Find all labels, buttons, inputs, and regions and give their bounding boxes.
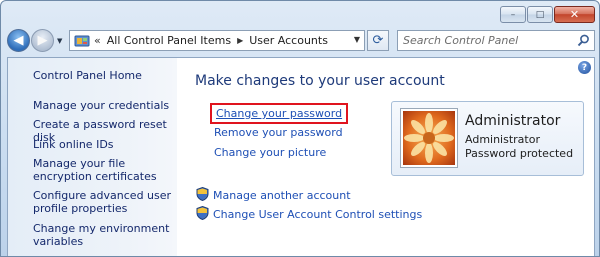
manage-another-account-link[interactable]: Manage another account <box>213 189 351 202</box>
address-overflow-chevrons[interactable]: « <box>94 34 101 47</box>
account-status: Password protected <box>465 147 574 160</box>
help-icon[interactable]: ? <box>578 61 591 74</box>
address-bar[interactable]: « All Control Panel Items ▶ User Account… <box>69 30 365 51</box>
content-area: Control Panel Home Manage your credentia… <box>7 57 595 256</box>
refresh-icon: ⟳ <box>372 33 384 48</box>
remove-password-link[interactable]: Remove your password <box>214 126 343 139</box>
change-password-label: Change your password <box>216 107 343 120</box>
page-title: Make changes to your user account <box>195 73 445 89</box>
search-input[interactable] <box>398 31 575 50</box>
caption-buttons: – □ ✕ <box>500 6 595 23</box>
change-picture-link[interactable]: Change your picture <box>214 146 326 159</box>
uac-shield-icon <box>196 186 209 204</box>
uac-settings-row[interactable]: Change User Account Control settings <box>196 205 422 223</box>
navigation-bar: ◀ ▶ ▼ « All Control Panel Items ▶ User A… <box>7 29 595 53</box>
sidebar: Control Panel Home Manage your credentia… <box>8 58 177 256</box>
manage-another-account-row[interactable]: Manage another account <box>196 186 351 204</box>
account-role: Administrator <box>465 133 540 146</box>
control-panel-window: – □ ✕ ◀ ▶ ▼ « All Control Panel Items ▶ … <box>0 0 600 257</box>
breadcrumb-separator-arrow-icon[interactable]: ▶ <box>237 36 243 45</box>
forward-button[interactable]: ▶ <box>31 29 54 52</box>
minimize-button[interactable]: – <box>500 6 526 23</box>
sidebar-control-panel-home[interactable]: Control Panel Home <box>33 69 173 82</box>
breadcrumb-all-control-panel-items[interactable]: All Control Panel Items <box>107 34 231 47</box>
address-dropdown-icon[interactable]: ▼ <box>354 35 360 44</box>
search-icon[interactable] <box>575 33 591 49</box>
account-card: Administrator Administrator Password pro… <box>391 101 584 176</box>
back-arrow-icon: ◀ <box>13 33 24 48</box>
sidebar-item-file-encryption-certificates[interactable]: Manage your file encryption certificates <box>33 157 173 183</box>
search-box[interactable] <box>397 30 595 51</box>
control-panel-icon <box>73 33 90 48</box>
change-uac-settings-link[interactable]: Change User Account Control settings <box>213 208 422 221</box>
recent-pages-dropdown-icon[interactable]: ▼ <box>57 37 62 45</box>
sidebar-item-link-online-ids[interactable]: Link online IDs <box>33 138 173 151</box>
change-password-link[interactable]: Change your password <box>210 103 349 124</box>
sidebar-item-advanced-profile-properties[interactable]: Configure advanced user profile properti… <box>33 189 173 215</box>
maximize-button[interactable]: □ <box>527 6 553 23</box>
close-button[interactable]: ✕ <box>554 6 595 23</box>
sidebar-item-manage-credentials[interactable]: Manage your credentials <box>33 99 173 112</box>
main-pane: Make changes to your user account Change… <box>177 58 594 256</box>
sidebar-item-environment-variables[interactable]: Change my environment variables <box>33 222 173 248</box>
uac-shield-icon <box>196 205 209 223</box>
forward-arrow-icon: ▶ <box>37 33 48 48</box>
breadcrumb-user-accounts[interactable]: User Accounts <box>249 34 328 47</box>
avatar[interactable] <box>401 109 457 167</box>
back-button[interactable]: ◀ <box>7 29 30 52</box>
refresh-button[interactable]: ⟳ <box>367 30 389 51</box>
account-name: Administrator <box>465 113 561 129</box>
